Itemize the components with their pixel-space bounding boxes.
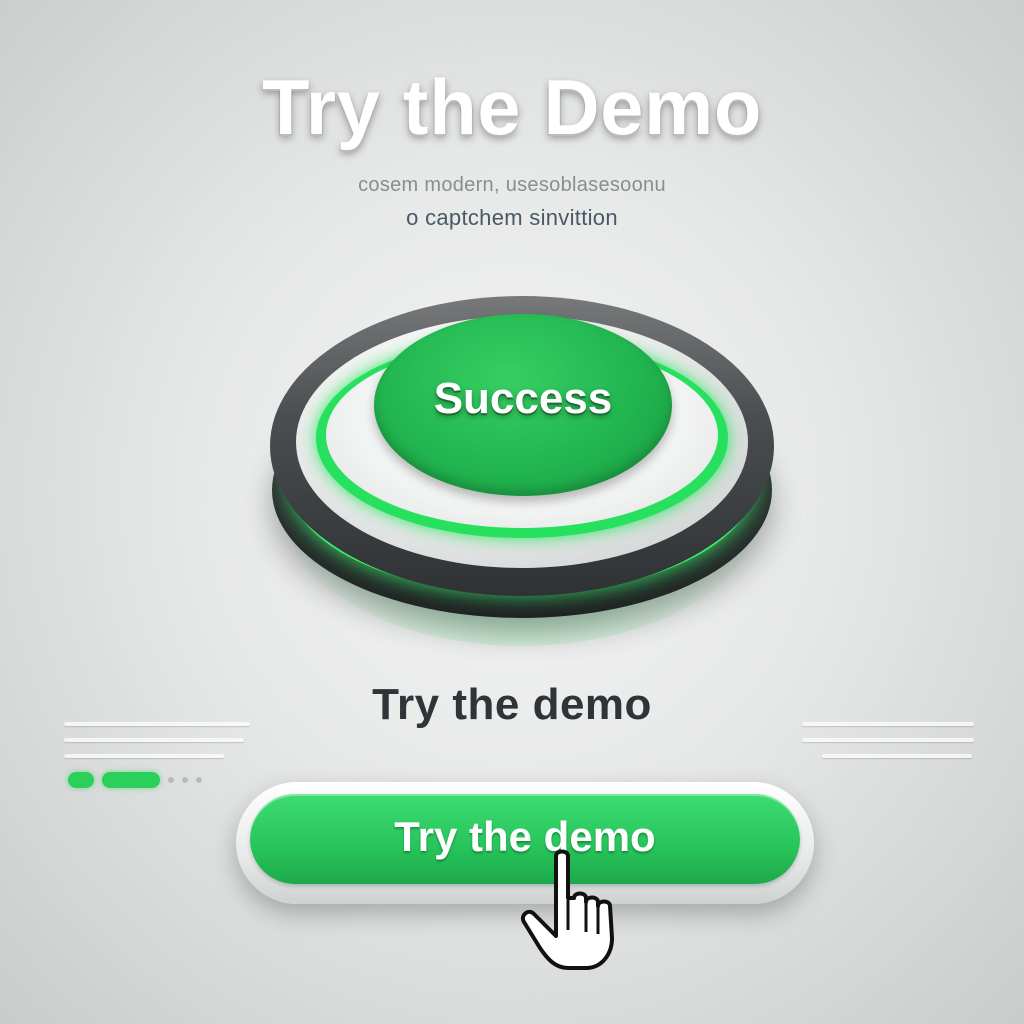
- divider-line: [64, 738, 244, 742]
- divider-line: [822, 754, 972, 758]
- page: Try the Demo cosem modern, usesoblasesoo…: [0, 0, 1024, 1024]
- decorative-lines-right: [802, 722, 974, 770]
- divider-line: [64, 754, 224, 758]
- progress-step-dot: [168, 777, 174, 783]
- success-label: Success: [433, 374, 613, 423]
- divider-line: [802, 738, 974, 742]
- progress-step-dot: [196, 777, 202, 783]
- success-button[interactable]: Success: [270, 296, 774, 646]
- subtitle-line-2: o captchem sinvittion: [406, 205, 618, 230]
- progress-step-active: [68, 772, 94, 788]
- progress-indicator: [68, 772, 202, 788]
- decorative-lines-left: [64, 722, 250, 770]
- divider-line: [802, 722, 974, 726]
- button-cap[interactable]: Success: [374, 314, 672, 496]
- subtitle-line-1: cosem modern, usesoblasesoonu: [358, 174, 666, 196]
- progress-step-dot: [182, 777, 188, 783]
- pointer-hand-icon: [521, 849, 614, 970]
- page-title: Try the Demo: [261, 63, 763, 151]
- divider-line: [64, 722, 250, 726]
- progress-step-active: [102, 772, 160, 788]
